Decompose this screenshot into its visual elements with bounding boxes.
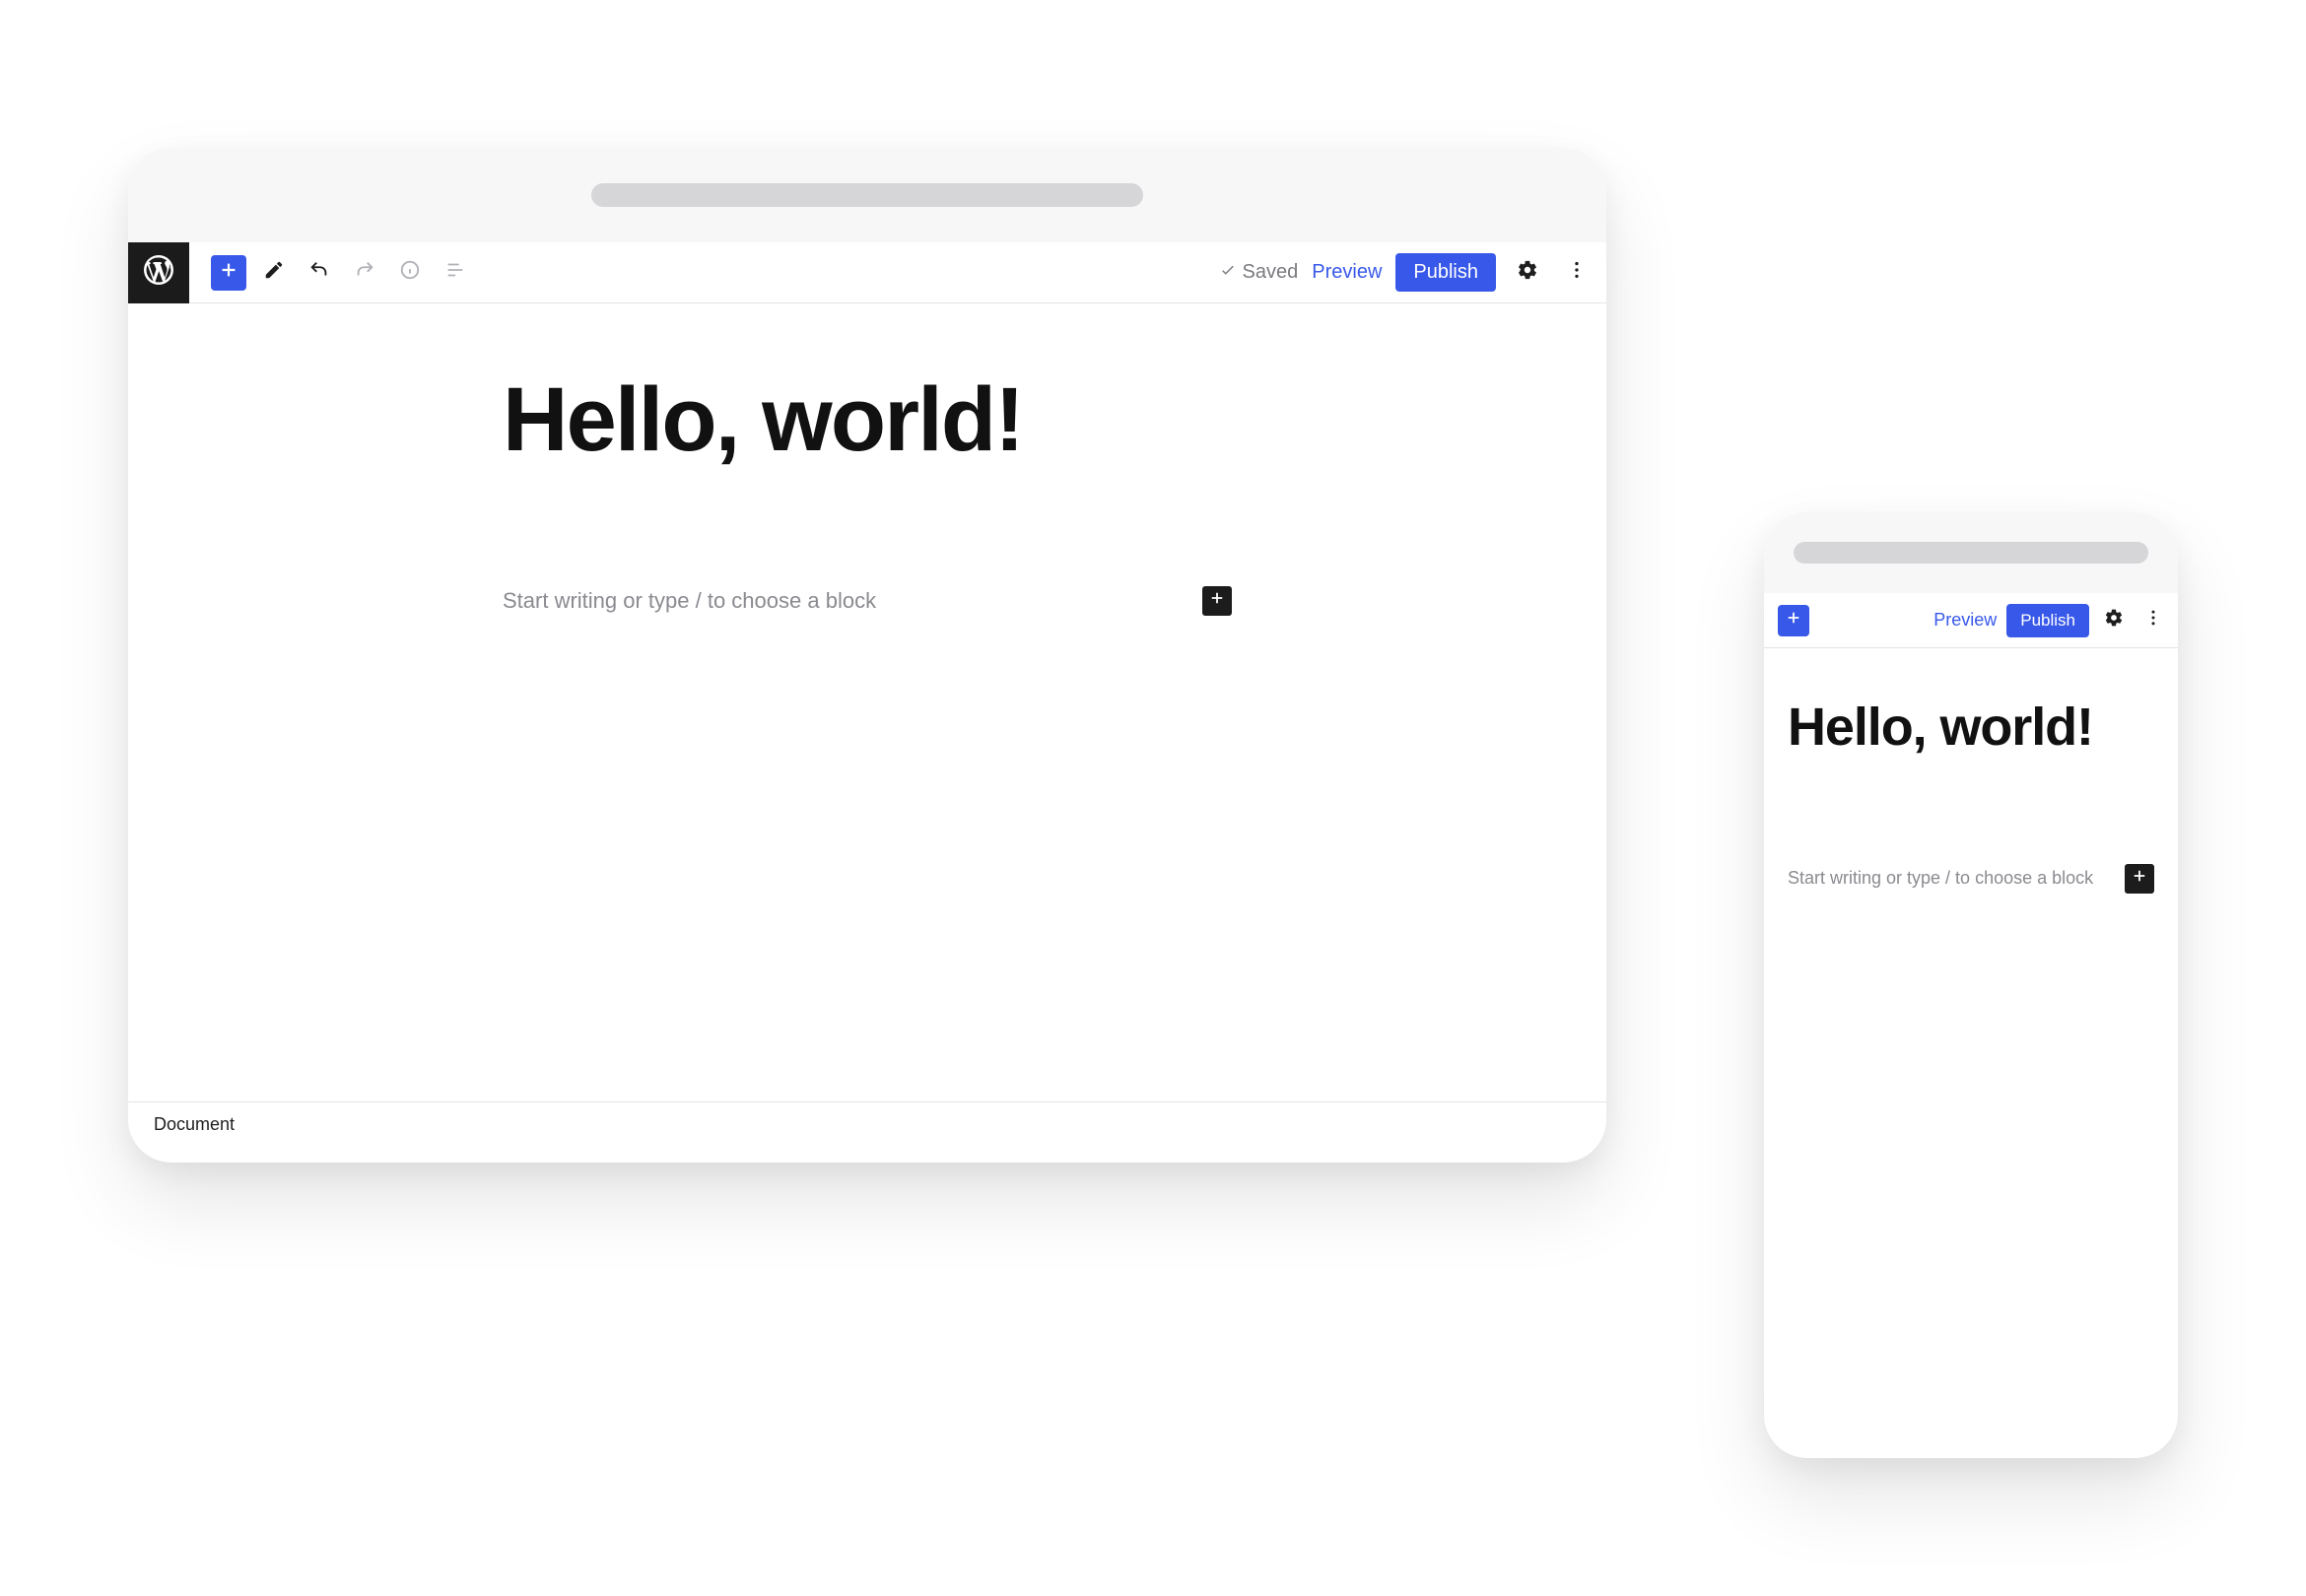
- editor-footer-breadcrumb[interactable]: Document: [128, 1101, 1606, 1135]
- info-icon: [399, 259, 421, 286]
- mobile-device-frame: Preview Publish Hello, world! Start writ…: [1764, 512, 2178, 1458]
- edit-tool-button[interactable]: [256, 255, 292, 291]
- browser-chrome: [128, 148, 1606, 242]
- block-inserter-button[interactable]: [211, 255, 246, 291]
- preview-button[interactable]: Preview: [1312, 261, 1382, 284]
- publish-button[interactable]: Publish: [2006, 604, 2089, 637]
- default-block-appender[interactable]: Start writing or type / to choose a bloc…: [1764, 864, 2178, 894]
- desktop-device-frame: Saved Preview Publish Hello, world! Star…: [128, 148, 1606, 1163]
- save-status-label: Saved: [1243, 261, 1299, 284]
- inline-block-inserter-button[interactable]: [2125, 864, 2154, 894]
- save-status: Saved: [1219, 261, 1299, 285]
- post-title-input[interactable]: Hello, world!: [1764, 699, 2178, 756]
- editor-toolbar: Saved Preview Publish: [128, 242, 1606, 303]
- plus-icon: [1785, 609, 1802, 632]
- block-placeholder-text: Start writing or type / to choose a bloc…: [503, 588, 876, 614]
- block-inserter-button[interactable]: [1778, 605, 1809, 636]
- more-options-button[interactable]: [2138, 606, 2168, 635]
- pencil-icon: [263, 259, 285, 286]
- settings-button[interactable]: [2099, 606, 2129, 635]
- list-view-icon: [444, 259, 466, 286]
- gear-icon: [2104, 608, 2124, 632]
- block-placeholder-text: Start writing or type / to choose a bloc…: [1788, 868, 2093, 889]
- browser-url-bar[interactable]: [1794, 542, 2148, 564]
- redo-icon: [354, 259, 375, 286]
- more-vertical-icon: [2143, 608, 2163, 632]
- gear-icon: [1517, 259, 1538, 286]
- preview-button[interactable]: Preview: [1933, 610, 1997, 631]
- post-title-input[interactable]: Hello, world!: [493, 372, 1242, 468]
- undo-icon: [308, 259, 330, 286]
- plus-icon: [1208, 589, 1226, 612]
- publish-button[interactable]: Publish: [1395, 253, 1496, 292]
- plus-icon: [2131, 867, 2148, 890]
- outline-button[interactable]: [438, 255, 473, 291]
- plus-icon: [218, 259, 239, 286]
- browser-chrome: [1764, 512, 2178, 593]
- default-block-appender[interactable]: Start writing or type / to choose a bloc…: [493, 586, 1242, 616]
- more-options-button[interactable]: [1559, 255, 1594, 291]
- undo-button[interactable]: [302, 255, 337, 291]
- check-icon: [1219, 261, 1237, 285]
- editor-canvas[interactable]: Hello, world! Start writing or type / to…: [128, 303, 1606, 616]
- editor-canvas[interactable]: Hello, world! Start writing or type / to…: [1764, 699, 2178, 894]
- inline-block-inserter-button[interactable]: [1202, 586, 1232, 616]
- browser-url-bar[interactable]: [591, 183, 1143, 207]
- wordpress-logo-button[interactable]: [128, 242, 189, 303]
- breadcrumb-item: Document: [154, 1114, 235, 1134]
- details-button[interactable]: [392, 255, 428, 291]
- editor-toolbar: Preview Publish: [1764, 593, 2178, 648]
- redo-button[interactable]: [347, 255, 382, 291]
- more-vertical-icon: [1566, 259, 1588, 286]
- wordpress-icon: [141, 252, 176, 293]
- settings-button[interactable]: [1510, 255, 1545, 291]
